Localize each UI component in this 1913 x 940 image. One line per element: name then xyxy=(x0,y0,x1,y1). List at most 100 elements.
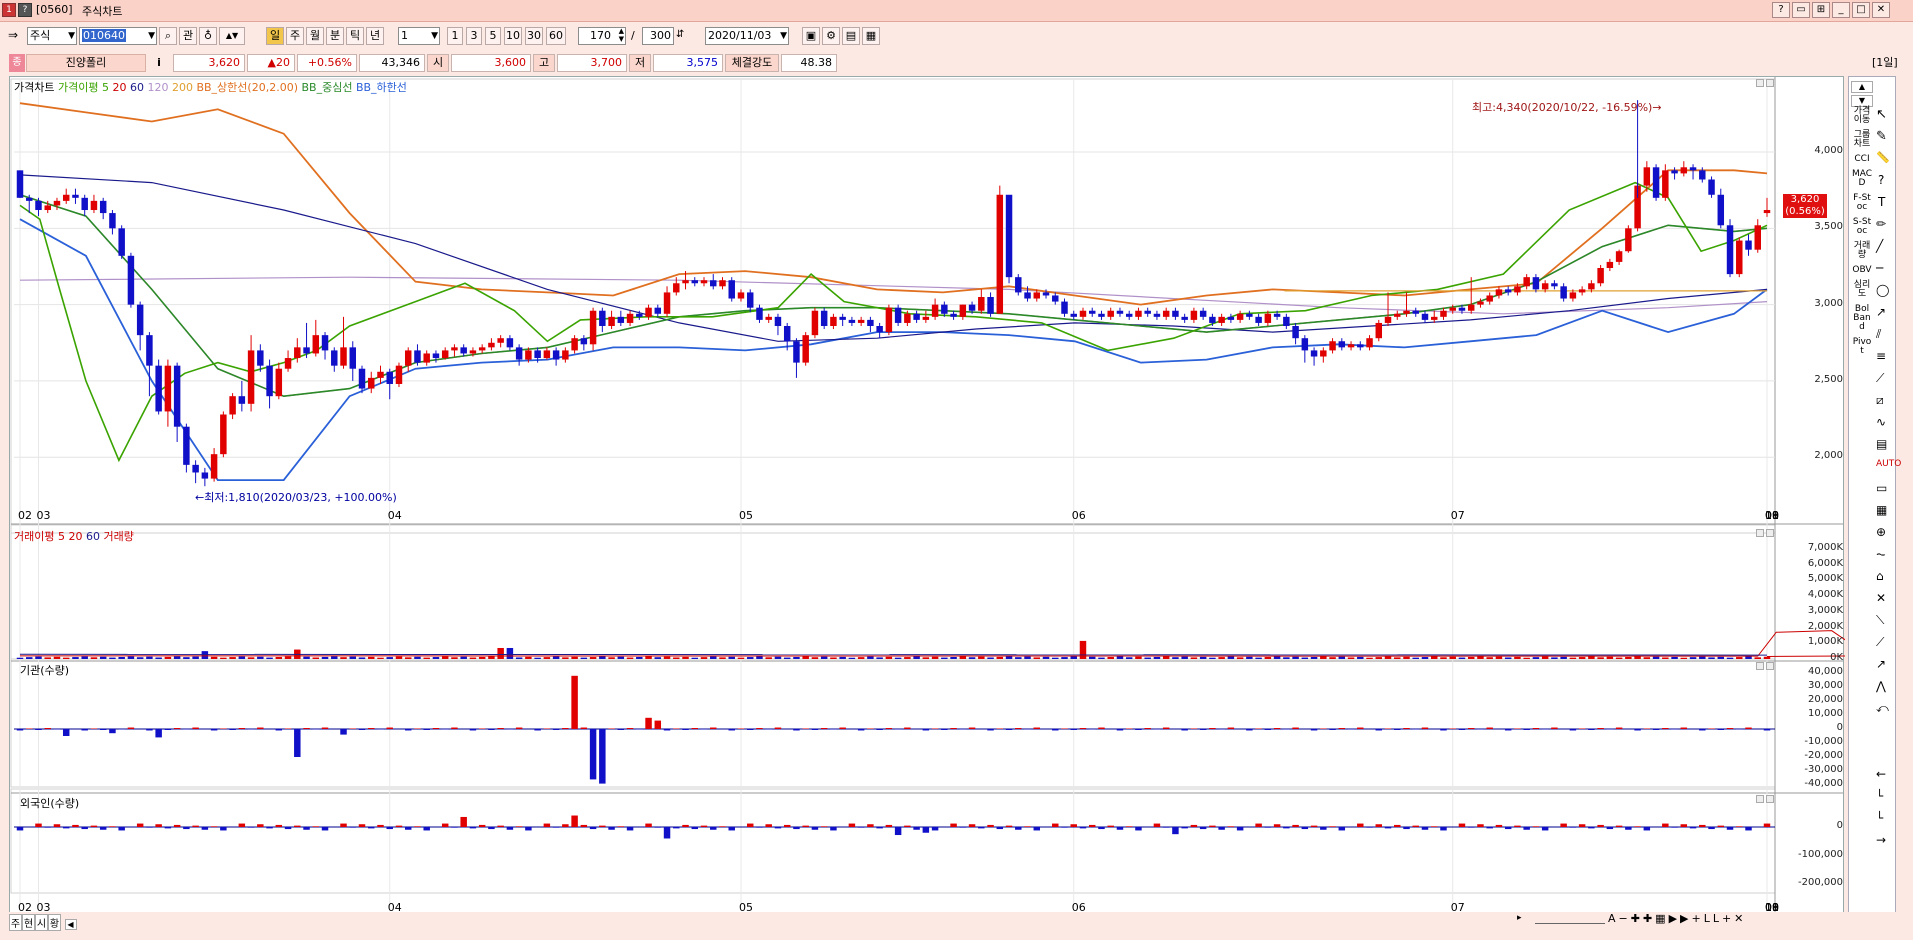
help-button[interactable]: ? xyxy=(1772,2,1790,18)
undo-tool-icon[interactable]: ⤺ xyxy=(1876,701,1889,716)
minute-1[interactable]: 1 xyxy=(447,27,463,45)
up-down-spinner[interactable]: ▲▼ xyxy=(219,27,245,45)
forward-tool-icon[interactable]: → xyxy=(1876,833,1886,847)
maximize-button[interactable]: □ xyxy=(1852,2,1870,18)
indicator-cci[interactable]: CCI xyxy=(1851,155,1873,164)
sort-button[interactable]: ♁ xyxy=(199,27,217,45)
period-minute[interactable]: 분 xyxy=(326,27,344,45)
minute-30[interactable]: 30 xyxy=(525,27,543,45)
circle-tool-icon[interactable]: ◯ xyxy=(1876,283,1889,297)
institution-panel-close-button[interactable] xyxy=(1766,662,1774,670)
tab-scroll-left-icon[interactable]: ◀ xyxy=(64,919,77,930)
chart-window[interactable]: 가격차트 가격이평 5 20 60 120 200 BB_상한선(20,2.00… xyxy=(9,76,1845,914)
indicator-obv[interactable]: OBV xyxy=(1851,266,1873,275)
indicator-pivot[interactable]: Pivot xyxy=(1851,338,1873,356)
minimize-button[interactable]: _ xyxy=(1832,2,1850,18)
count-input[interactable]: 170 ▲ ▼ xyxy=(578,27,626,45)
max-count-input[interactable]: 300 xyxy=(642,27,674,45)
print-icon[interactable]: ▤ xyxy=(842,27,860,45)
volume-panel-close-button[interactable] xyxy=(1766,529,1774,537)
period-month[interactable]: 월 xyxy=(306,27,324,45)
zigzag-tool-icon[interactable]: ⋀ xyxy=(1876,679,1886,693)
text-tool-icon[interactable]: T xyxy=(1878,195,1885,209)
indicator-거래량[interactable]: 거래량 xyxy=(1851,242,1873,260)
diag-tool-icon[interactable]: ⟍ xyxy=(1876,613,1884,628)
minute-3[interactable]: 3 xyxy=(466,27,482,45)
date-input[interactable]: 2020/11/03 ▼ xyxy=(705,27,789,45)
max-spinner-icon[interactable]: ⇵ xyxy=(676,29,684,40)
indicator-macd[interactable]: MACD xyxy=(1851,170,1873,188)
minute-60[interactable]: 60 xyxy=(546,27,566,45)
price-panel-close-button[interactable] xyxy=(1766,79,1774,87)
settings-icon[interactable]: ⚙ xyxy=(822,27,840,45)
magnet-tool-icon[interactable]: ⊕ xyxy=(1876,525,1886,539)
pin-button[interactable]: ⊞ xyxy=(1812,2,1830,18)
ruler-tool-icon[interactable]: 📏 xyxy=(1876,151,1890,164)
institution-panel-max-button[interactable] xyxy=(1756,662,1764,670)
indicator-s-stoc[interactable]: S-Stoc xyxy=(1851,218,1873,236)
chart-window-icon[interactable]: ▣ xyxy=(802,27,820,45)
tab-hwang[interactable]: 황 xyxy=(48,914,61,931)
stock-info-button[interactable]: i xyxy=(150,54,168,72)
zoom-slider[interactable] xyxy=(1535,916,1605,924)
price-panel-max-button[interactable] xyxy=(1756,79,1764,87)
interval-select[interactable]: 1 ▼ xyxy=(398,27,440,45)
corner-tool-icon[interactable]: └ xyxy=(1876,789,1883,803)
tab-si[interactable]: 시 xyxy=(35,914,48,931)
minute-5[interactable]: 5 xyxy=(485,27,501,45)
indicator-가격이동[interactable]: 가격이동 xyxy=(1851,107,1873,125)
wave-tool-icon[interactable]: ⏦ xyxy=(1876,547,1886,562)
save-icon[interactable]: ▦ xyxy=(862,27,880,45)
window-tool-icon[interactable]: ▭ xyxy=(1876,481,1887,495)
restore-button[interactable]: ▭ xyxy=(1792,2,1810,18)
channel-tool-icon[interactable]: ⫽ xyxy=(1876,327,1881,342)
pen-tool-icon[interactable]: ✏ xyxy=(1876,217,1886,231)
trend-tool-icon[interactable]: ⧄ xyxy=(1876,393,1884,408)
period-year[interactable]: 년 xyxy=(366,27,384,45)
indicator-심리도[interactable]: 심리도 xyxy=(1851,281,1873,299)
period-week[interactable]: 주 xyxy=(286,27,304,45)
back-tool-icon[interactable]: ← xyxy=(1876,767,1886,781)
gwan-button[interactable]: 관 xyxy=(179,27,197,45)
foreign-panel-close-button[interactable] xyxy=(1766,795,1774,803)
indicator-f-stoc[interactable]: F-Stoc xyxy=(1851,194,1873,212)
cursor-tool-icon[interactable]: ↖ xyxy=(1876,107,1887,122)
scroll-left-button[interactable]: ▸ xyxy=(1517,913,1522,923)
auto-tool-icon[interactable]: AUTO xyxy=(1876,459,1901,469)
tab-ju[interactable]: 주 xyxy=(9,914,22,931)
institution-bar xyxy=(691,728,699,729)
gann-tool-icon[interactable]: ⟋ xyxy=(1876,371,1884,386)
app-icon[interactable]: 1 xyxy=(2,3,16,17)
grid-tool-icon[interactable]: ▤ xyxy=(1876,437,1887,451)
search-button[interactable]: ⌕ xyxy=(159,27,177,45)
market-select[interactable]: 주식 ▼ xyxy=(27,27,77,45)
slope-tool-icon[interactable]: ⟋ xyxy=(1876,635,1884,650)
tab-hyeon[interactable]: 현 xyxy=(22,914,35,931)
period-tick[interactable]: 틱 xyxy=(346,27,364,45)
cross-tool-icon[interactable]: ✕ xyxy=(1876,591,1886,605)
period-day[interactable]: 일 xyxy=(266,27,284,45)
fibo-tool-icon[interactable]: ≡ xyxy=(1876,349,1886,363)
bottom-nav-icons[interactable]: A−✚✚▦▶▶+LL+✕ xyxy=(1608,912,1746,925)
ray-tool-icon[interactable]: ↗ xyxy=(1876,657,1886,671)
stock-code-input[interactable]: 010640 ▼ xyxy=(79,27,157,45)
cycle-tool-icon[interactable]: ∿ xyxy=(1876,415,1886,429)
indicator-그룹차트[interactable]: 그룹차트 xyxy=(1851,131,1873,149)
line-tool-icon[interactable]: ╱ xyxy=(1876,239,1883,253)
volume-panel-max-button[interactable] xyxy=(1756,529,1764,537)
arrow-tool-icon[interactable]: ↗ xyxy=(1876,305,1886,319)
minute-10[interactable]: 10 xyxy=(504,27,522,45)
eraser-tool-icon[interactable]: ✎ xyxy=(1876,129,1887,144)
hline-tool-icon[interactable]: ─ xyxy=(1876,261,1883,275)
help-icon[interactable]: ? xyxy=(18,3,32,17)
close-button[interactable]: ✕ xyxy=(1872,2,1890,18)
corner2-tool-icon[interactable]: └ xyxy=(1876,811,1883,825)
link-icon[interactable]: ⇒ xyxy=(8,28,24,42)
candle-body xyxy=(913,313,920,320)
indicator-bol-band[interactable]: Bol Band xyxy=(1851,305,1873,332)
table-tool-icon[interactable]: ▦ xyxy=(1876,503,1887,517)
question-tool-icon[interactable]: ? xyxy=(1878,173,1884,187)
foreign-panel-max-button[interactable] xyxy=(1756,795,1764,803)
shape-tool-icon[interactable]: ⌂ xyxy=(1876,569,1884,583)
scroll-up-button[interactable]: ▲ xyxy=(1851,81,1873,93)
